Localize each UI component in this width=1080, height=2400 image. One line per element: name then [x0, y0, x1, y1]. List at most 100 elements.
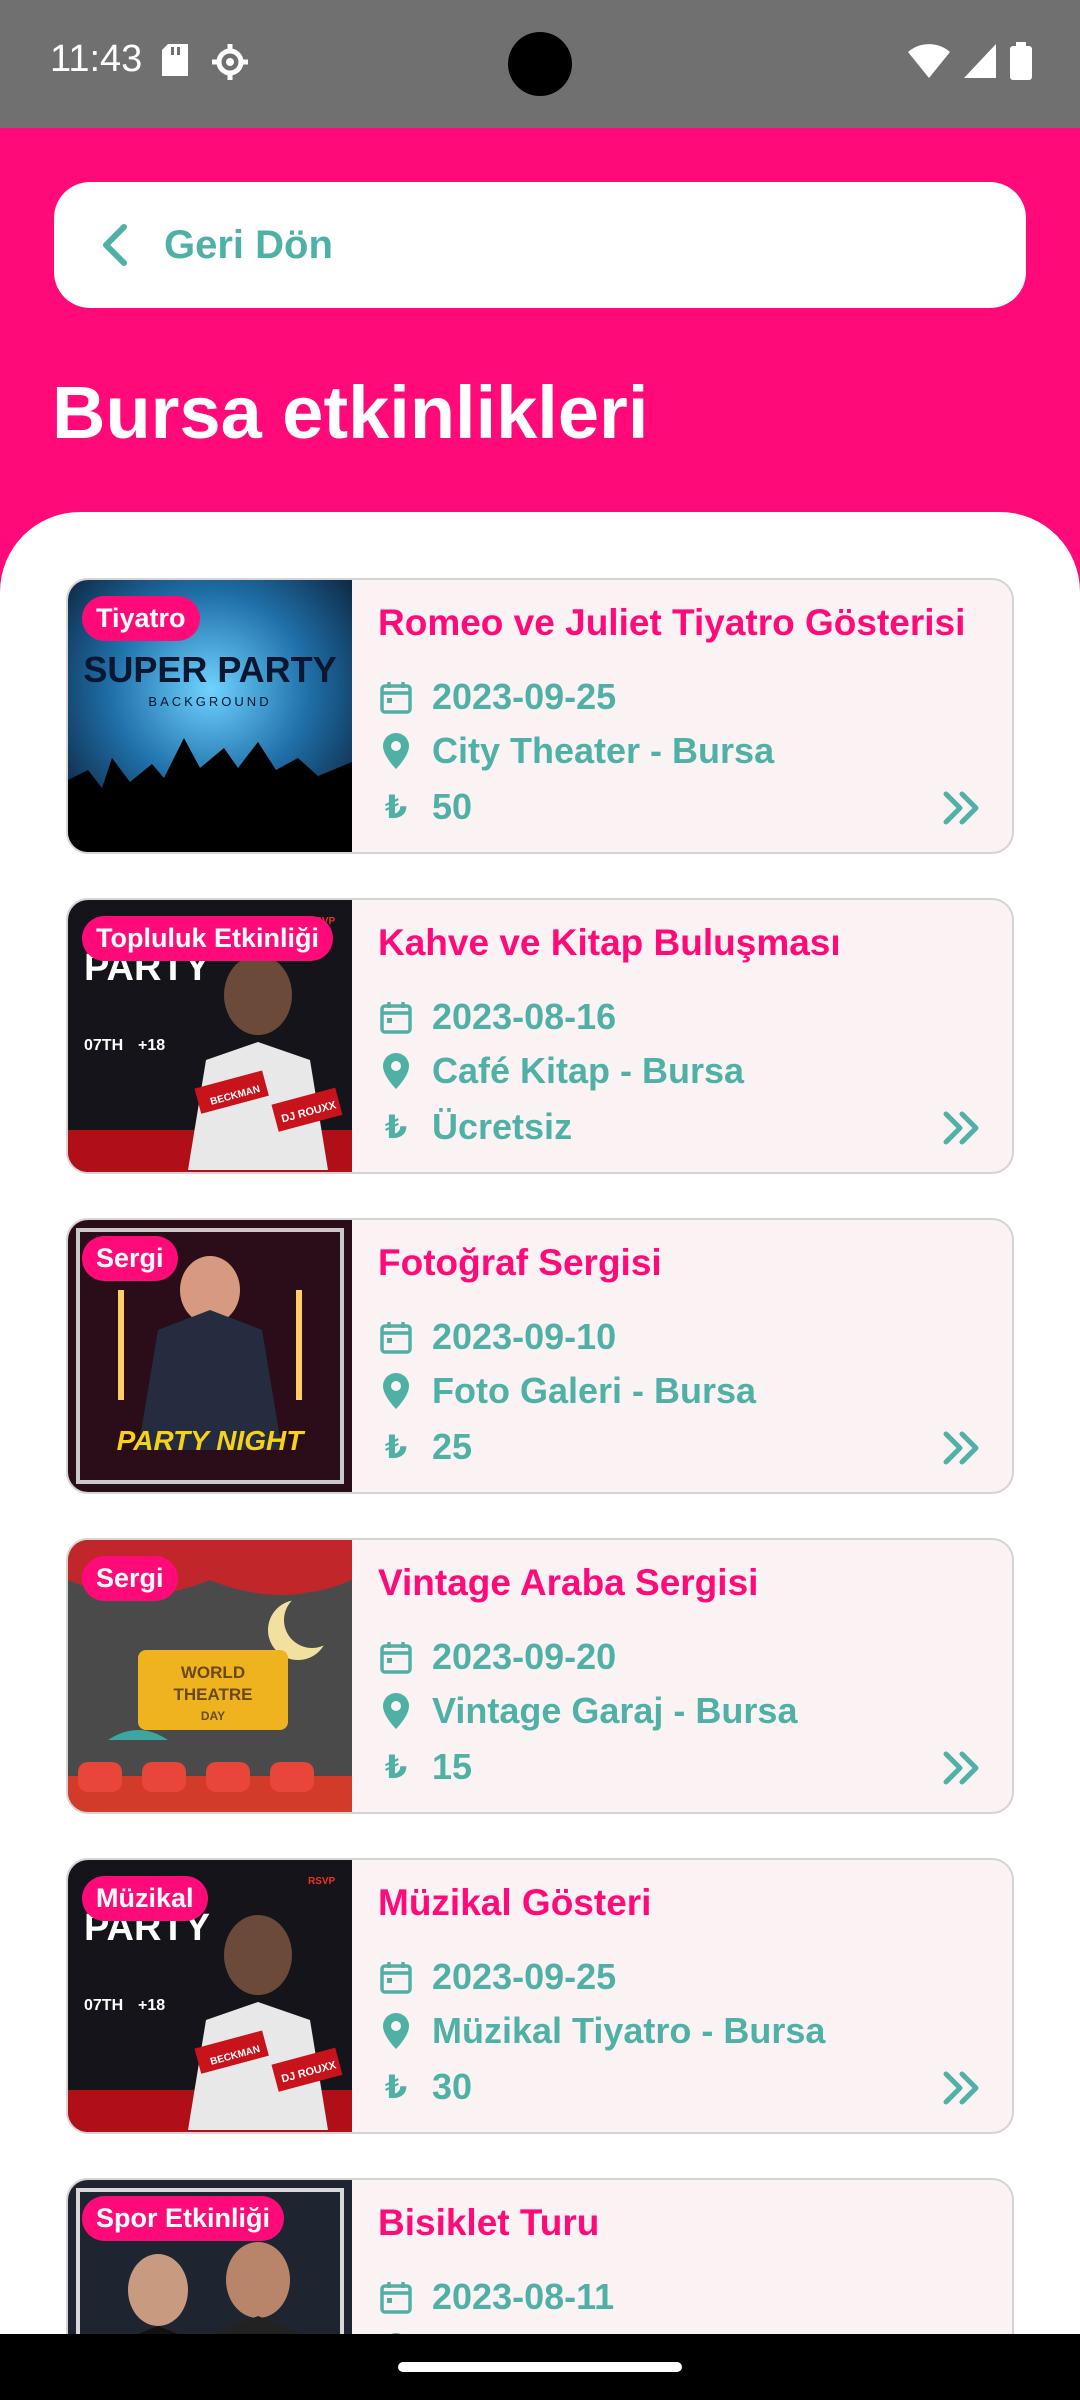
event-date: 2023-08-16: [432, 996, 617, 1037]
event-price: Ücretsiz: [432, 1106, 573, 1147]
event-info: Vintage Araba Sergisi 2023-09-20 Vintage…: [352, 1540, 1012, 1812]
category-badge: Sergi: [82, 1556, 178, 1601]
event-date-row: 2023-09-20: [378, 1636, 616, 1678]
svg-text:BACKGROUND: BACKGROUND: [148, 694, 271, 709]
category-badge: Spor Etkinliği: [82, 2196, 285, 2241]
event-price: 50: [432, 786, 473, 827]
event-image: PARTY NIGHT Sergi: [68, 1220, 352, 1492]
event-location: City Theater - Bursa: [432, 730, 775, 771]
lira-icon: ₺: [384, 1429, 408, 1465]
event-info: Romeo ve Juliet Tiyatro Gösterisi 2023-0…: [352, 580, 1012, 852]
home-gesture-handle[interactable]: [398, 2362, 682, 2372]
category-badge: Topluluk Etkinliği: [82, 916, 333, 961]
calendar-icon: [380, 1962, 412, 1994]
double-chevron-right-icon[interactable]: [942, 1430, 982, 1466]
double-chevron-right-icon[interactable]: [942, 2070, 982, 2106]
svg-text:+18: +18: [138, 1037, 165, 1054]
status-bar: 11:43: [0, 0, 1080, 128]
page-title: Bursa etkinlikleri: [52, 371, 649, 454]
event-price: 30: [432, 2066, 473, 2107]
event-list-panel[interactable]: SUPER PARTY BACKGROUND Tiyatro Romeo ve …: [0, 512, 1080, 2400]
lira-icon: ₺: [384, 2069, 408, 2105]
event-card[interactable]: PARTY NIGHT Sergi Fotoğraf Sergisi 2023-…: [66, 1218, 1014, 1494]
calendar-icon: [380, 2282, 412, 2314]
event-date-row: 2023-09-25: [378, 676, 616, 718]
battery-icon: [1010, 42, 1032, 80]
double-chevron-right-icon[interactable]: [942, 1110, 982, 1146]
wifi-icon: [908, 44, 950, 78]
svg-text:RSVP: RSVP: [308, 1876, 336, 1887]
location-pin-icon: [383, 1373, 409, 1409]
svg-text:PARTY NIGHT: PARTY NIGHT: [117, 1425, 307, 1456]
svg-text:THEATRE: THEATRE: [173, 1685, 252, 1704]
event-card[interactable]: PARTY RSVP 07TH +18 BECKMAN DJ ROUXX Müz…: [66, 1858, 1014, 2134]
event-image: WORLD THEATRE DAY Sergi: [68, 1540, 352, 1812]
event-location: Vintage Garaj - Bursa: [432, 1690, 798, 1731]
event-date: 2023-09-20: [432, 1636, 617, 1677]
svg-text:WORLD: WORLD: [181, 1663, 245, 1682]
event-location-row: Foto Galeri - Bursa: [378, 1370, 756, 1412]
svg-text:DAY: DAY: [201, 1709, 225, 1723]
event-location-row: City Theater - Bursa: [378, 730, 774, 772]
event-title: Romeo ve Juliet Tiyatro Gösterisi: [378, 602, 966, 643]
location-pin-icon: [383, 1053, 409, 1089]
event-date-row: 2023-09-10: [378, 1316, 616, 1358]
chevron-left-icon: [103, 224, 127, 266]
signal-icon: [964, 44, 996, 78]
calendar-icon: [380, 1002, 412, 1034]
event-card[interactable]: WORLD THEATRE DAY Sergi Vintage Araba Se…: [66, 1538, 1014, 1814]
event-info: Kahve ve Kitap Buluşması 2023-08-16 Café…: [352, 900, 1012, 1172]
location-pin-icon: [383, 2013, 409, 2049]
event-price-row: ₺ 25: [378, 1426, 472, 1468]
svg-text:SUPER PARTY: SUPER PARTY: [83, 649, 336, 690]
double-chevron-right-icon[interactable]: [942, 790, 982, 826]
event-title: Bisiklet Turu: [378, 2202, 600, 2243]
location-pin-icon: [383, 1693, 409, 1729]
double-chevron-right-icon[interactable]: [942, 1750, 982, 1786]
settings-icon: [212, 44, 248, 80]
event-image: PARTY RSVP 07TH +18 BECKMAN DJ ROUXX Müz…: [68, 1860, 352, 2132]
event-title: Fotoğraf Sergisi: [378, 1242, 662, 1283]
event-info: Müzikal Gösteri 2023-09-25 Müzikal Tiyat…: [352, 1860, 1012, 2132]
event-title: Müzikal Gösteri: [378, 1882, 652, 1923]
event-card[interactable]: PARTY RSVP 07TH +18 BECKMAN DJ ROUXX Top…: [66, 898, 1014, 1174]
lira-icon: ₺: [384, 1109, 408, 1145]
calendar-icon: [380, 682, 412, 714]
event-date: 2023-09-10: [432, 1316, 617, 1357]
category-badge: Sergi: [82, 1236, 178, 1281]
event-price-row: ₺ 30: [378, 2066, 472, 2108]
event-location: Foto Galeri - Bursa: [432, 1370, 757, 1411]
location-pin-icon: [383, 733, 409, 769]
event-price-row: ₺ Ücretsiz: [378, 1106, 572, 1148]
event-price: 25: [432, 1426, 473, 1467]
status-time: 11:43: [50, 38, 143, 80]
event-image: PARTY RSVP 07TH +18 BECKMAN DJ ROUXX Top…: [68, 900, 352, 1172]
event-date: 2023-08-11: [432, 2276, 615, 2317]
calendar-icon: [380, 1322, 412, 1354]
event-image: SUPER PARTY BACKGROUND Tiyatro: [68, 580, 352, 852]
event-date-row: 2023-08-16: [378, 996, 616, 1038]
sd-card-icon: [162, 44, 188, 76]
category-badge: Tiyatro: [82, 596, 200, 641]
event-price-row: ₺ 50: [378, 786, 472, 828]
back-label: Geri Dön: [164, 222, 333, 267]
category-badge: Müzikal: [82, 1876, 208, 1921]
navigation-bar: [0, 2334, 1080, 2400]
event-info: Fotoğraf Sergisi 2023-09-10 Foto Galeri …: [352, 1220, 1012, 1492]
event-title: Vintage Araba Sergisi: [378, 1562, 759, 1603]
event-location: Müzikal Tiyatro - Bursa: [432, 2010, 826, 2051]
event-list: SUPER PARTY BACKGROUND Tiyatro Romeo ve …: [66, 578, 1014, 2400]
event-location-row: Vintage Garaj - Bursa: [378, 1690, 797, 1732]
event-card[interactable]: SUPER PARTY BACKGROUND Tiyatro Romeo ve …: [66, 578, 1014, 854]
back-button[interactable]: Geri Dön: [54, 182, 1026, 308]
svg-text:07TH: 07TH: [84, 1037, 123, 1054]
event-title: Kahve ve Kitap Buluşması: [378, 922, 841, 963]
lira-icon: ₺: [384, 789, 408, 825]
calendar-icon: [380, 1642, 412, 1674]
event-date-row: 2023-08-11: [378, 2276, 614, 2318]
camera-cutout: [508, 32, 572, 96]
event-date-row: 2023-09-25: [378, 1956, 616, 1998]
event-location: Café Kitap - Bursa: [432, 1050, 745, 1091]
event-location-row: Müzikal Tiyatro - Bursa: [378, 2010, 825, 2052]
lira-icon: ₺: [384, 1749, 408, 1785]
